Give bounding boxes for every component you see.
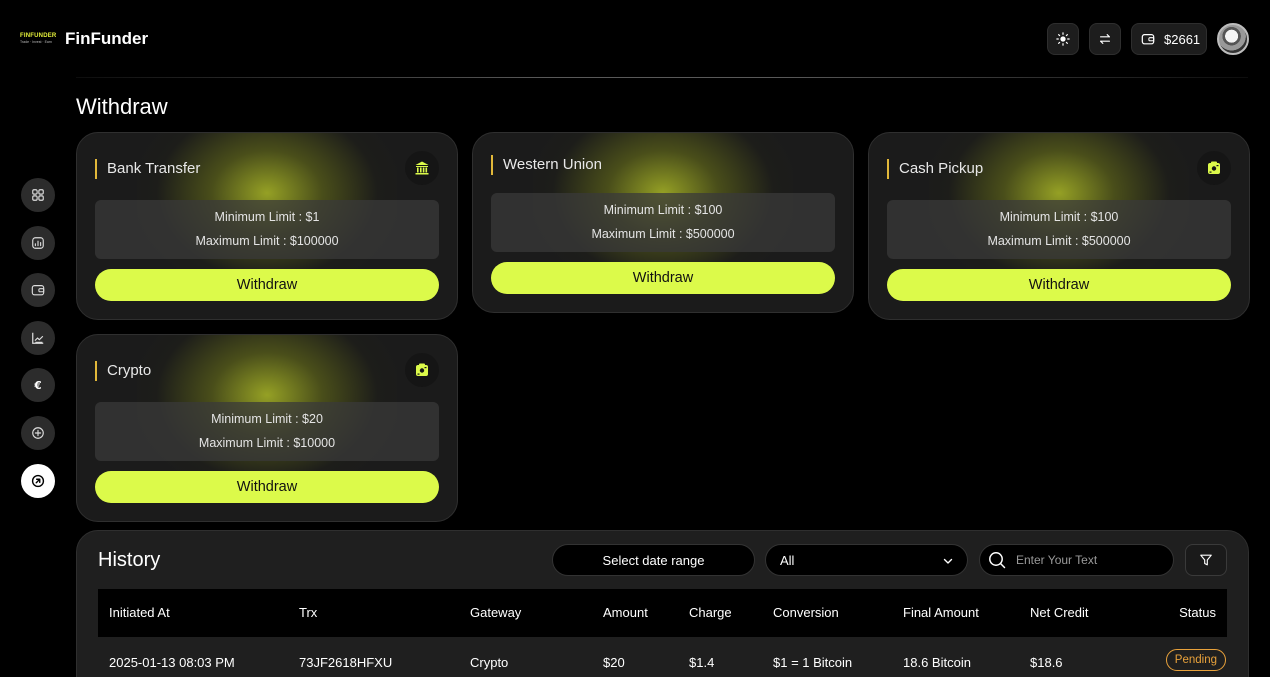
method-icon-badge	[1197, 151, 1231, 185]
maximum-limit: Maximum Limit : $500000	[987, 234, 1131, 248]
table-header: Initiated At Trx Gateway Amount Charge C…	[98, 589, 1227, 637]
method-icon-badge	[405, 151, 439, 185]
column-header-charge: Charge	[689, 605, 732, 620]
column-header-amount: Amount	[603, 605, 648, 620]
filter-button[interactable]	[1185, 544, 1227, 576]
bank-icon	[415, 161, 429, 175]
sidebar-item-withdraw[interactable]	[21, 464, 55, 498]
cell-conversion: $1 = 1 Bitcoin	[773, 655, 853, 670]
search-icon	[989, 552, 1006, 569]
status-badge: Pending	[1165, 649, 1226, 671]
method-title: Western Union	[491, 155, 602, 175]
page-title: Withdraw	[76, 94, 168, 119]
withdraw-button[interactable]: Withdraw	[95, 269, 439, 301]
column-header-final-amount: Final Amount	[903, 605, 979, 620]
filter-icon	[1200, 554, 1212, 566]
arrow-up-right-circle-icon	[31, 474, 45, 488]
column-header-gateway: Gateway	[470, 605, 522, 620]
svg-text:€: €	[33, 380, 41, 392]
cell-gateway: Crypto	[470, 655, 509, 670]
cell-final-amount: 18.6 Bitcoin	[903, 655, 971, 670]
sidebar-item-analytics[interactable]	[21, 226, 55, 260]
theme-toggle-button[interactable]	[1047, 23, 1079, 55]
wallet-icon	[1141, 34, 1155, 45]
date-range-picker[interactable]: Select date range	[552, 544, 755, 576]
cell-amount: $20	[603, 655, 625, 670]
cash-bag-icon	[416, 363, 428, 376]
logo-text: FINFUNDER	[20, 33, 57, 39]
method-title: Bank Transfer	[95, 159, 200, 179]
withdraw-method-card-cash-pickup: Cash Pickup Minimum Limit : $100 Maximum…	[868, 132, 1250, 320]
column-header-trx: Trx	[299, 605, 318, 620]
wallet-balance-button[interactable]: $2661	[1131, 23, 1207, 55]
withdraw-page: FINFUNDER Trade · Invest · Earn FinFunde…	[0, 0, 1270, 677]
column-header-conversion: Conversion	[773, 605, 839, 620]
wallet-balance: $2661	[1164, 31, 1201, 47]
header-divider	[76, 77, 1248, 78]
withdraw-method-card-crypto: Crypto Minimum Limit : $20 Maximum Limit…	[76, 334, 458, 522]
limits-box: Minimum Limit : $100 Maximum Limit : $50…	[491, 193, 835, 252]
top-header: FINFUNDER Trade · Invest · Earn FinFunde…	[0, 0, 1270, 78]
logo-tagline: Trade · Invest · Earn	[20, 40, 52, 44]
swap-arrows-icon	[1100, 34, 1110, 44]
column-header-net-credit: Net Credit	[1030, 605, 1089, 620]
type-filter-select[interactable]: All	[765, 544, 968, 576]
sidebar-item-deposit[interactable]	[21, 416, 55, 450]
maximum-limit: Maximum Limit : $500000	[591, 227, 735, 241]
cell-net-credit: $18.6	[1030, 655, 1063, 670]
select-value: All	[780, 552, 795, 568]
maximum-limit: Maximum Limit : $10000	[198, 436, 336, 450]
grid-icon	[32, 189, 44, 201]
wallet-icon	[31, 285, 45, 296]
cell-charge: $1.4	[689, 655, 715, 670]
sidebar-item-dashboard[interactable]	[21, 178, 55, 212]
method-title: Cash Pickup	[887, 159, 983, 179]
euro-icon: €	[33, 380, 41, 392]
withdraw-method-card-western-union: Western Union Minimum Limit : $100 Maxim…	[472, 132, 854, 313]
user-avatar[interactable]	[1217, 23, 1249, 55]
minimum-limit: Minimum Limit : $100	[999, 210, 1119, 224]
withdraw-method-card-bank-transfer: Bank Transfer Minimum Limit : $1 Maximum…	[76, 132, 458, 320]
minimum-limit: Minimum Limit : $20	[211, 412, 323, 426]
limits-box: Minimum Limit : $100 Maximum Limit : $50…	[887, 200, 1231, 259]
maximum-limit: Maximum Limit : $100000	[195, 234, 339, 248]
method-icon-badge	[405, 353, 439, 387]
minimum-limit: Minimum Limit : $100	[603, 203, 723, 217]
history-title: History	[98, 549, 161, 571]
search-box[interactable]	[979, 544, 1174, 576]
column-header-status: Status	[1179, 605, 1216, 620]
cell-trx: 73JF2618HFXU	[299, 655, 393, 670]
cell-initiated-at: 2025-01-13 08:03 PM	[109, 655, 235, 670]
sun-icon	[1056, 32, 1070, 46]
withdraw-button[interactable]: Withdraw	[887, 269, 1231, 301]
limits-box: Minimum Limit : $1 Maximum Limit : $1000…	[95, 200, 439, 259]
limits-box: Minimum Limit : $20 Maximum Limit : $100…	[95, 402, 439, 461]
cash-bag-icon	[1208, 161, 1220, 174]
minimum-limit: Minimum Limit : $1	[214, 210, 320, 224]
search-input[interactable]	[1016, 553, 1166, 567]
swap-button[interactable]	[1089, 23, 1121, 55]
history-panel: History Select date range All Initiated …	[76, 530, 1249, 677]
withdraw-button[interactable]: Withdraw	[491, 262, 835, 294]
withdraw-button[interactable]: Withdraw	[95, 471, 439, 503]
method-title: Crypto	[95, 361, 151, 381]
trend-chart-icon	[32, 332, 44, 344]
sidebar-item-currency[interactable]: €	[21, 368, 55, 402]
logo[interactable]: FINFUNDER Trade · Invest · Earn	[20, 33, 57, 45]
sidebar-item-trading[interactable]	[21, 321, 55, 355]
chevron-down-icon	[943, 558, 953, 564]
sidebar-item-wallet[interactable]	[21, 273, 55, 307]
plus-circle-icon	[32, 427, 44, 439]
column-header-initiated-at: Initiated At	[109, 605, 170, 620]
brand-name: FinFunder	[65, 29, 149, 48]
chart-box-icon	[32, 237, 44, 249]
